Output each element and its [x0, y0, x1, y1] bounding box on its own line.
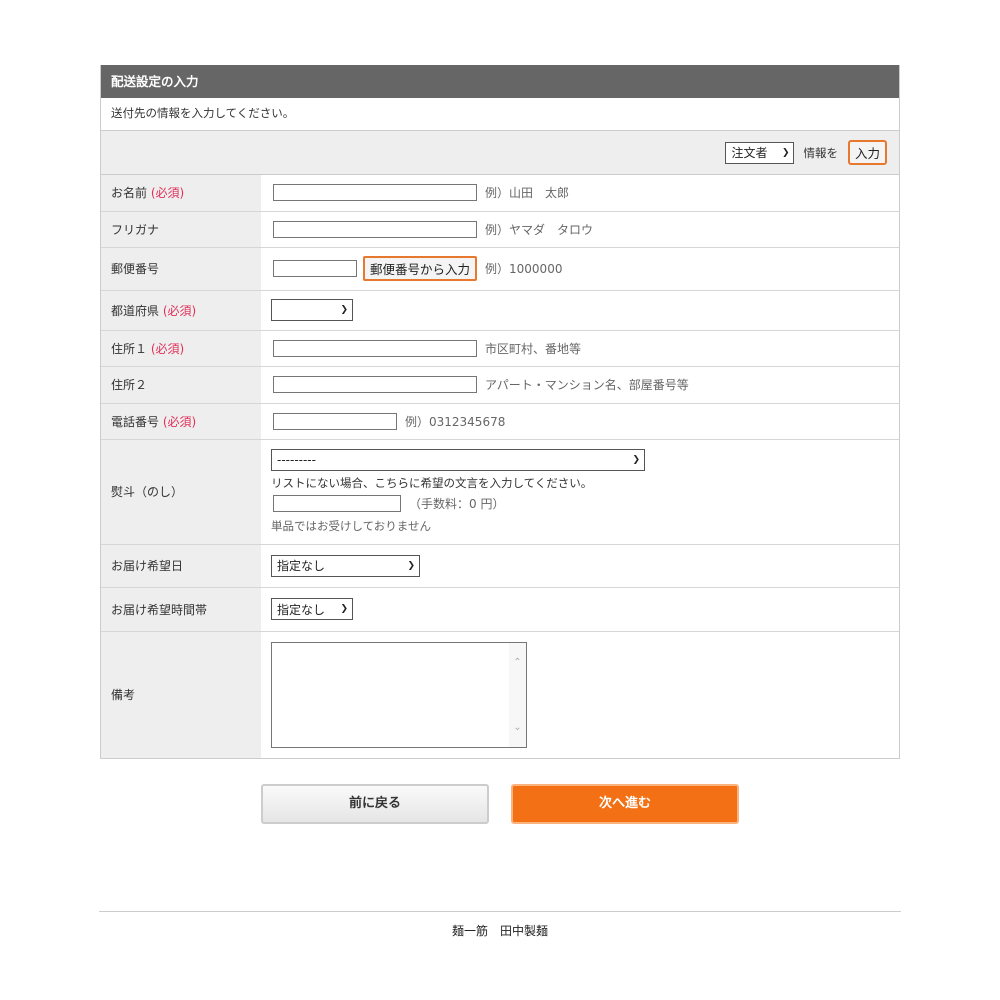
next-button[interactable]: 次へ進む [511, 784, 739, 824]
name-hint: 例）山田 太郎 [485, 186, 570, 201]
row-zip: 郵便番号 郵便番号から入力 例）1000000 [101, 247, 899, 291]
chevron-down-icon: ❯ [781, 147, 790, 158]
addr1-input[interactable] [273, 339, 477, 357]
required-mark: (必須) [150, 186, 185, 201]
remarks-textarea[interactable]: ⌃ ⌄ [271, 641, 527, 748]
row-pref: 都道府県 (必須) ❯ [101, 290, 899, 331]
zip-label: 郵便番号 [111, 262, 160, 276]
noshi-single-note: 単品ではお受けしておりません [271, 519, 431, 533]
noshi-fee: （手数料：0 円） [409, 497, 505, 511]
time-label: お届け希望時間帯 [111, 602, 208, 617]
noshi-label: 熨斗（のし） [111, 485, 184, 499]
addr1-label: 住所１ [111, 341, 148, 356]
required-mark: (必須) [162, 303, 197, 318]
date-select[interactable]: 指定なし ❯ [271, 554, 420, 577]
chevron-down-icon: ❯ [340, 305, 348, 315]
pref-select[interactable]: ❯ [271, 299, 353, 321]
tel-input[interactable] [273, 412, 397, 430]
remarks-label: 備考 [111, 688, 136, 703]
noshi-select[interactable]: --------- ❯ [271, 449, 645, 471]
kana-hint: 例）ヤマダ タロウ [485, 222, 594, 237]
row-time: お届け希望時間帯 指定なし ❯ [101, 587, 899, 632]
row-name: お名前 (必須) 例）山田 太郎 [101, 175, 899, 212]
copy-source-select[interactable]: 注文者 ❯ [725, 141, 795, 164]
pref-label: 都道府県 [111, 303, 160, 318]
copy-info-bar: 注文者 ❯ 情報を 入力 [101, 131, 899, 175]
chevron-down-icon: ❯ [407, 560, 415, 571]
kana-input[interactable] [273, 220, 477, 238]
chevron-down-icon: ⌄ [513, 721, 522, 733]
date-label: お届け希望日 [111, 559, 184, 573]
chevron-down-icon: ❯ [340, 604, 348, 614]
noshi-note: リストにない場合、こちらに希望の文言を入力してください。 [271, 476, 593, 490]
zip-input[interactable] [273, 260, 357, 277]
chevron-up-icon: ⌃ [513, 656, 522, 668]
row-noshi: 熨斗（のし） --------- ❯ リストにない場合、こちらに希望の文言を入力し… [101, 439, 899, 545]
required-mark: (必須) [162, 414, 197, 429]
required-mark: (必須) [150, 341, 185, 356]
intro-text: 送付先の情報を入力してください。 [101, 98, 899, 131]
copy-info-button[interactable]: 入力 [847, 140, 887, 165]
name-input[interactable] [273, 184, 477, 202]
noshi-custom-input[interactable] [273, 495, 401, 512]
name-label: お名前 [111, 186, 148, 201]
footer-divider [99, 911, 901, 912]
row-addr2: 住所２ アパート・マンション名、部屋番号等 [101, 366, 899, 404]
tel-hint: 例）0312345678 [405, 414, 506, 429]
addr2-hint: アパート・マンション名、部屋番号等 [485, 378, 689, 392]
chevron-down-icon: ❯ [632, 455, 640, 465]
kana-label: フリガナ [111, 222, 160, 237]
addr1-hint: 市区町村、番地等 [485, 341, 582, 356]
textarea-scrollbar[interactable]: ⌃ ⌄ [509, 642, 526, 747]
footer-text: 麺一筋 田中製麺 [451, 924, 548, 938]
copy-info-label: 情報を [803, 145, 838, 160]
shipping-panel: 配送設定の入力 送付先の情報を入力してください。 注文者 ❯ 情報を 入力 お名前… [100, 65, 900, 759]
time-select[interactable]: 指定なし ❯ [271, 598, 353, 620]
addr2-label: 住所２ [111, 378, 148, 392]
row-kana: フリガナ 例）ヤマダ タロウ [101, 211, 899, 248]
row-addr1: 住所１ (必須) 市区町村、番地等 [101, 330, 899, 367]
panel-title: 配送設定の入力 [101, 65, 899, 98]
row-date: お届け希望日 指定なし ❯ [101, 544, 899, 588]
zip-lookup-button[interactable]: 郵便番号から入力 [363, 256, 478, 281]
addr2-input[interactable] [273, 376, 477, 393]
row-tel: 電話番号 (必須) 例）0312345678 [101, 403, 899, 440]
tel-label: 電話番号 [111, 414, 160, 429]
back-button[interactable]: 前に戻る [261, 784, 489, 824]
shipping-form: お名前 (必須) 例）山田 太郎 フリガナ 例）ヤマダ タロウ 郵便番号 郵便番… [101, 175, 899, 758]
zip-hint: 例）1000000 [485, 262, 563, 276]
row-remarks: 備考 ⌃ ⌄ [101, 631, 899, 758]
